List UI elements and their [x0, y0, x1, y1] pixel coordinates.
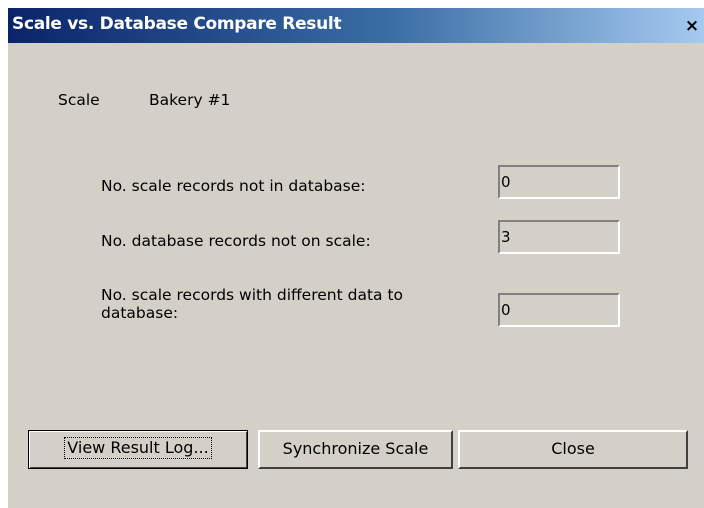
- not-in-database-field[interactable]: 0: [498, 165, 620, 199]
- different-data-label: No. scale records with different data to…: [101, 286, 404, 322]
- synchronize-scale-button[interactable]: Synchronize Scale: [258, 430, 453, 469]
- close-icon[interactable]: ×: [682, 15, 702, 37]
- scale-label: Scale: [58, 91, 100, 109]
- not-on-scale-field[interactable]: 3: [498, 220, 620, 254]
- not-in-database-label: No. scale records not in database:: [101, 177, 366, 195]
- compare-result-dialog: Scale vs. Database Compare Result × Scal…: [8, 8, 704, 508]
- view-result-log-label: View Result Log...: [64, 437, 212, 459]
- title-bar[interactable]: Scale vs. Database Compare Result ×: [8, 8, 704, 43]
- not-on-scale-label: No. database records not on scale:: [101, 232, 371, 250]
- view-result-log-button[interactable]: View Result Log...: [28, 430, 248, 469]
- close-button[interactable]: Close: [458, 430, 688, 469]
- different-data-field[interactable]: 0: [498, 293, 620, 327]
- scale-name: Bakery #1: [149, 91, 231, 109]
- dialog-title: Scale vs. Database Compare Result: [12, 14, 342, 34]
